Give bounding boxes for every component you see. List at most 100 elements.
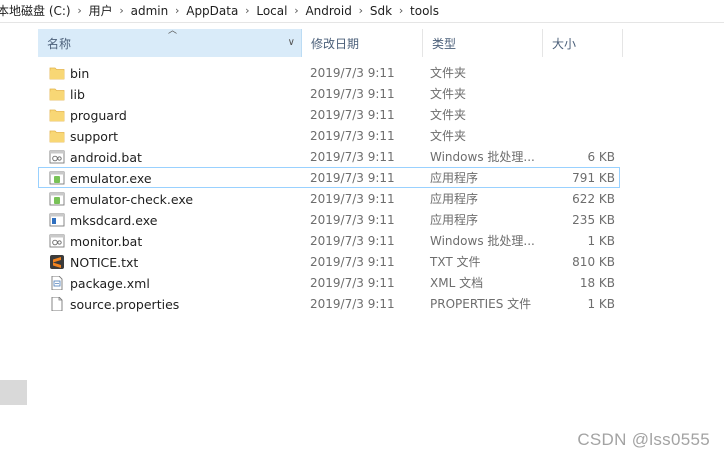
chevron-right-icon[interactable]: › — [355, 0, 367, 22]
folder-icon — [49, 129, 65, 143]
file-name: emulator.exe — [70, 171, 152, 186]
file-date: 2019/7/3 9:11 — [310, 129, 395, 143]
file-row[interactable]: proguard 2019/7/3 9:11 文件夹 — [38, 104, 620, 125]
breadcrumb-item[interactable]: Local — [253, 0, 290, 22]
breadcrumb-item[interactable]: Sdk — [367, 0, 395, 22]
file-row[interactable]: package.xml 2019/7/3 9:11 XML 文档 18 KB — [38, 272, 620, 293]
file-name: lib — [70, 87, 85, 102]
file-type: 文件夹 — [430, 66, 467, 80]
file-name: support — [70, 129, 118, 144]
nav-selected-item[interactable] — [0, 380, 27, 405]
file-date: 2019/7/3 9:11 — [310, 108, 395, 122]
file-name: emulator-check.exe — [70, 192, 194, 207]
file-row[interactable]: monitor.bat 2019/7/3 9:11 Windows 批处理... 1 … — [38, 230, 620, 251]
file-row[interactable]: emulator.exe 2019/7/3 9:11 应用程序 791 KB — [38, 167, 620, 188]
file-type: 文件夹 — [430, 108, 467, 122]
sublime-text-icon — [49, 255, 65, 269]
chevron-right-icon[interactable]: › — [290, 0, 302, 22]
file-date: 2019/7/3 9:11 — [310, 276, 395, 290]
file-date: 2019/7/3 9:11 — [310, 297, 395, 311]
breadcrumb-item[interactable]: tools — [407, 0, 442, 22]
file-name: bin — [70, 66, 90, 81]
file-type: Windows 批处理... — [430, 234, 535, 248]
navigation-pane[interactable] — [0, 23, 28, 458]
watermark: CSDN @lss0555 — [577, 430, 710, 449]
column-type[interactable]: 类型 — [423, 29, 543, 57]
breadcrumb-item[interactable]: 用户 — [86, 0, 116, 22]
file-type: 应用程序 — [430, 192, 479, 206]
file-size: 18 KB — [579, 276, 615, 290]
file-row[interactable]: android.bat 2019/7/3 9:11 Windows 批处理... 6 … — [38, 146, 620, 167]
file-row[interactable]: lib 2019/7/3 9:11 文件夹 — [38, 83, 620, 104]
file-type: 应用程序 — [430, 213, 479, 227]
file-list: bin 2019/7/3 9:11 文件夹 lib 2019/7/3 9:11 文件夹 pr… — [38, 62, 620, 314]
breadcrumb-item[interactable]: Android — [302, 0, 354, 22]
file-date: 2019/7/3 9:11 — [310, 66, 395, 80]
breadcrumb-item[interactable]: admin — [128, 0, 172, 22]
file-size: 1 KB — [587, 234, 615, 248]
breadcrumb-item[interactable]: AppData — [183, 0, 241, 22]
folder-icon — [49, 66, 65, 80]
file-name: android.bat — [70, 150, 142, 165]
file-name: monitor.bat — [70, 234, 143, 249]
chevron-right-icon[interactable]: › — [241, 0, 253, 22]
batch-file-icon — [49, 234, 65, 248]
breadcrumb-item[interactable]: 本地磁盘 (C:) — [0, 0, 74, 22]
column-size-label: 大小 — [552, 37, 577, 51]
chevron-right-icon[interactable]: › — [171, 0, 183, 22]
blank-file-icon — [49, 296, 65, 312]
chevron-down-icon[interactable]: ∨ — [288, 29, 295, 57]
column-date[interactable]: 修改日期 — [302, 29, 423, 57]
file-type: TXT 文件 — [430, 255, 481, 269]
file-date: 2019/7/3 9:11 — [310, 87, 395, 101]
file-row[interactable]: emulator-check.exe 2019/7/3 9:11 应用程序 622 K… — [38, 188, 620, 209]
chevron-right-icon[interactable]: › — [116, 0, 128, 22]
batch-file-icon — [49, 150, 65, 164]
file-name: NOTICE.txt — [70, 255, 139, 270]
file-row[interactable]: bin 2019/7/3 9:11 文件夹 — [38, 62, 620, 83]
file-name: mksdcard.exe — [70, 213, 158, 228]
file-date: 2019/7/3 9:11 — [310, 192, 395, 206]
xml-file-icon — [49, 275, 65, 291]
file-type: 应用程序 — [430, 171, 479, 185]
sort-ascending-icon: ︿ — [168, 26, 178, 36]
android-exe-icon — [49, 171, 65, 185]
exe-icon — [49, 213, 65, 227]
column-header: ︿ 名称 ∨ 修改日期 类型 大小 — [38, 26, 628, 57]
file-type: Windows 批处理... — [430, 150, 535, 164]
column-date-label: 修改日期 — [311, 37, 360, 51]
file-type: PROPERTIES 文件 — [430, 297, 532, 311]
file-date: 2019/7/3 9:11 — [310, 171, 395, 185]
file-size: 622 KB — [572, 192, 615, 206]
file-date: 2019/7/3 9:11 — [310, 150, 395, 164]
file-size: 6 KB — [587, 150, 615, 164]
file-type: 文件夹 — [430, 129, 467, 143]
column-size[interactable]: 大小 — [543, 29, 623, 57]
file-type: 文件夹 — [430, 87, 467, 101]
file-row[interactable]: support 2019/7/3 9:11 文件夹 — [38, 125, 620, 146]
file-name: source.properties — [70, 297, 180, 312]
file-size: 1 KB — [587, 297, 615, 311]
file-date: 2019/7/3 9:11 — [310, 213, 395, 227]
file-size: 235 KB — [572, 213, 615, 227]
file-row[interactable]: mksdcard.exe 2019/7/3 9:11 应用程序 235 KB — [38, 209, 620, 230]
file-size: 810 KB — [572, 255, 615, 269]
file-date: 2019/7/3 9:11 — [310, 234, 395, 248]
file-row[interactable]: source.properties 2019/7/3 9:11 PROPERTIES… — [38, 293, 620, 314]
file-explorer-window: 本地磁盘 (C:) › 用户 › admin › AppData › Local › Android… — [0, 0, 724, 458]
chevron-right-icon[interactable]: › — [395, 0, 407, 22]
file-name: package.xml — [70, 276, 150, 291]
file-row[interactable]: NOTICE.txt 2019/7/3 9:11 TXT 文件 810 KB — [38, 251, 620, 272]
folder-icon — [49, 108, 65, 122]
file-date: 2019/7/3 9:11 — [310, 255, 395, 269]
breadcrumb[interactable]: 本地磁盘 (C:) › 用户 › admin › AppData › Local › Android… — [0, 0, 724, 23]
file-name: proguard — [70, 108, 127, 123]
column-type-label: 类型 — [432, 37, 457, 51]
file-type: XML 文档 — [430, 276, 484, 290]
column-name[interactable]: ︿ 名称 ∨ — [38, 26, 302, 57]
folder-icon — [49, 87, 65, 101]
column-name-label: 名称 — [47, 37, 72, 51]
android-exe-icon — [49, 192, 65, 206]
chevron-right-icon[interactable]: › — [74, 0, 86, 22]
file-size: 791 KB — [572, 171, 615, 185]
